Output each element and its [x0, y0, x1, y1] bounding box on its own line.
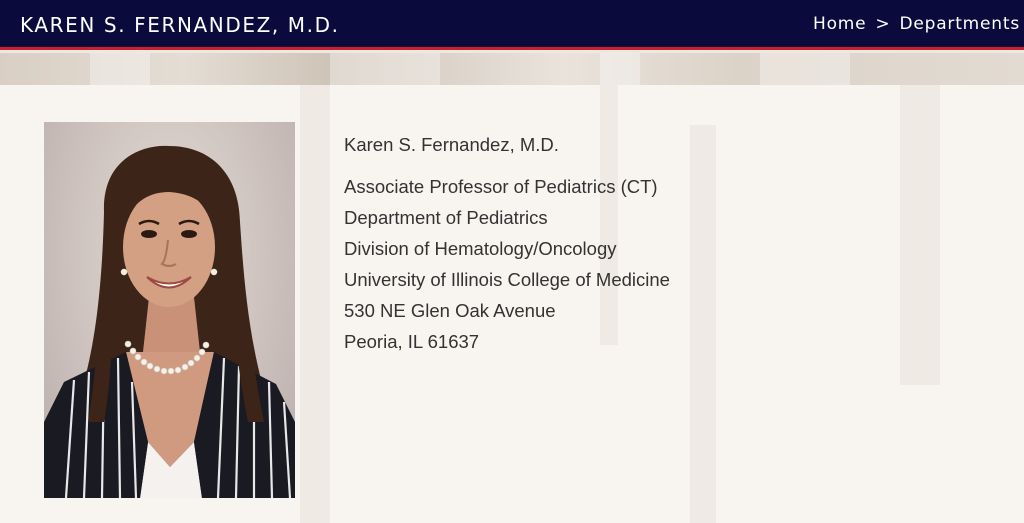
breadcrumb: Home > Departments	[813, 14, 1020, 34]
address-street: 530 NE Glen Oak Avenue	[344, 300, 556, 321]
breadcrumb-departments-link[interactable]: Departments	[899, 14, 1020, 34]
profile-title: Associate Professor of Pediatrics (CT)	[344, 176, 658, 197]
breadcrumb-home-link[interactable]: Home	[813, 14, 866, 34]
profile-photo	[44, 122, 295, 498]
contact-details: Karen S. Fernandez, M.D. Associate Profe…	[344, 129, 670, 357]
address-city-state-zip: Peoria, IL 61637	[344, 331, 480, 352]
site-title: KAREN S. FERNANDEZ, M.D.	[20, 13, 340, 37]
site-header: KAREN S. FERNANDEZ, M.D. Home > Department…	[0, 0, 1024, 50]
profile-name: Karen S. Fernandez, M.D.	[344, 134, 559, 155]
breadcrumb-separator: >	[875, 14, 891, 34]
profile-division: Division of Hematology/Oncology	[344, 238, 617, 259]
decorative-banner	[0, 53, 1024, 85]
profile-institution: University of Illinois College of Medici…	[344, 269, 670, 290]
profile-department: Department of Pediatrics	[344, 207, 548, 228]
profile-section: Karen S. Fernandez, M.D. Associate Profe…	[0, 85, 1024, 523]
